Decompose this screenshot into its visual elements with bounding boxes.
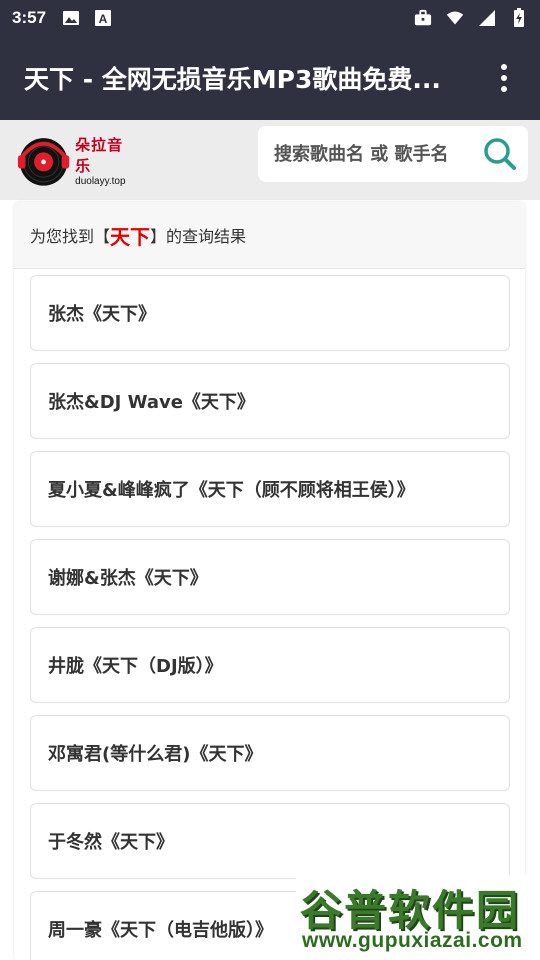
list-item[interactable]: 邓寓君(等什么君)《天下》 xyxy=(30,715,510,791)
logo-domain: duolayy.top xyxy=(75,175,126,187)
vinyl-record-icon xyxy=(17,138,70,186)
site-logo[interactable]: 朵拉音乐 duolayy.top xyxy=(16,130,136,190)
list-item[interactable]: 谢娜&张杰《天下》 xyxy=(30,539,510,615)
wifi-icon xyxy=(446,9,464,27)
briefcase-icon xyxy=(414,9,432,27)
battery-icon xyxy=(510,8,528,27)
svg-text:A: A xyxy=(99,12,108,26)
signal-icon xyxy=(478,9,496,27)
results-card: 为您找到【 天下 】的查询结果 张杰《天下》 张杰&DJ Wave《天下》 夏小夏&… xyxy=(14,202,525,960)
app-bar: 天下 - 全网无损音乐MP3歌曲免费... xyxy=(0,36,540,120)
status-bar: 3:57 A xyxy=(0,0,540,36)
logo-name: 朵拉音乐 xyxy=(75,135,124,175)
more-vert-icon[interactable] xyxy=(492,58,516,98)
site-header: 朵拉音乐 duolayy.top xyxy=(0,120,540,200)
results-summary: 为您找到【 天下 】的查询结果 xyxy=(14,202,525,269)
list-item[interactable]: 井胧《天下（DJ版）》 xyxy=(30,627,510,703)
list-item[interactable]: 张杰《天下》 xyxy=(30,275,510,351)
app-title: 天下 - 全网无损音乐MP3歌曲免费... xyxy=(24,65,441,94)
watermark: 谷普软件园 www.gupuxiazai.com xyxy=(296,875,540,960)
search-box xyxy=(258,126,528,182)
results-suffix: 】的查询结果 xyxy=(150,227,247,246)
watermark-url: www.gupuxiazai.com xyxy=(302,929,523,952)
results-keyword: 天下 xyxy=(110,224,151,249)
list-item[interactable]: 张杰&DJ Wave《天下》 xyxy=(30,363,510,439)
image-icon xyxy=(62,9,80,27)
results-prefix: 为您找到【 xyxy=(30,227,111,246)
list-item[interactable]: 夏小夏&峰峰疯了《天下（顾不顾将相王侯）》 xyxy=(30,451,510,527)
font-download-icon: A xyxy=(94,9,112,27)
search-icon[interactable] xyxy=(480,134,520,174)
search-input[interactable] xyxy=(274,143,474,165)
status-time: 3:57 xyxy=(12,8,47,27)
list-item[interactable]: 于冬然《天下》 xyxy=(30,803,510,879)
